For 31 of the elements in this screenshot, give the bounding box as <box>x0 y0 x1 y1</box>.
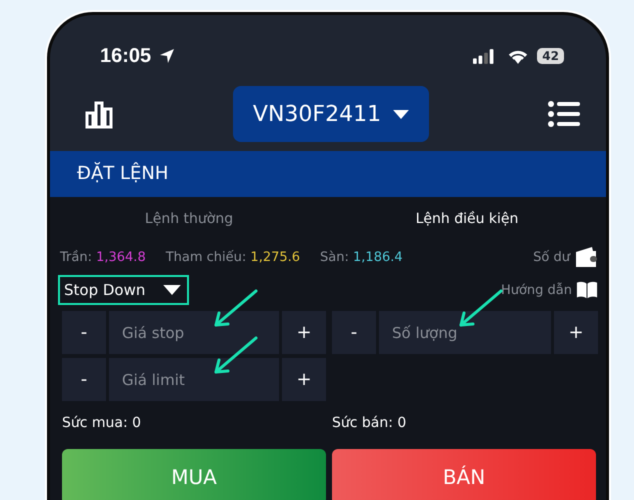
sell-button[interactable]: BÁN <box>332 449 596 500</box>
order-type-dropdown[interactable]: Stop Down <box>58 275 190 305</box>
power-label: Sức mua: 0 <box>62 415 142 433</box>
power-label: Sức bán: 0 <box>332 415 408 433</box>
book-icon[interactable] <box>576 280 598 300</box>
balance-label: Số dư <box>533 250 570 264</box>
order-tab[interactable]: Lệnh điều kiện <box>328 209 606 229</box>
decrement-button[interactable]: - <box>332 311 376 354</box>
status-time: 16:05 <box>100 44 152 68</box>
increment-button[interactable]: + <box>554 311 598 354</box>
bar-chart-icon[interactable] <box>84 99 114 129</box>
section-title: ĐẶT LỆNH <box>50 151 606 197</box>
battery-level: 42 <box>537 48 564 64</box>
caret-icon <box>163 285 182 295</box>
caret-icon <box>393 110 410 118</box>
symbol-dropdown[interactable]: VN30F2411 <box>233 86 429 142</box>
input-field[interactable]: Giá limit <box>109 358 279 401</box>
location-arrow-icon <box>159 48 176 64</box>
price-label: Trần: 1,364.8 <box>60 250 146 264</box>
input-field[interactable]: Giá stop <box>109 311 279 354</box>
decrement-button[interactable]: - <box>62 311 106 354</box>
wallet-icon[interactable] <box>574 246 598 268</box>
price-label: Tham chiếu: 1,275.6 <box>166 250 300 264</box>
guide-link[interactable]: Hướng dẫn <box>500 282 572 298</box>
order-tab[interactable]: Lệnh thường <box>50 209 328 229</box>
price-label: Sàn: 1,186.4 <box>320 250 403 264</box>
input-field[interactable]: Số lượng <box>379 311 551 354</box>
menu-icon[interactable] <box>548 100 580 128</box>
increment-button[interactable]: + <box>282 311 326 354</box>
increment-button[interactable]: + <box>282 358 326 401</box>
decrement-button[interactable]: - <box>62 358 106 401</box>
